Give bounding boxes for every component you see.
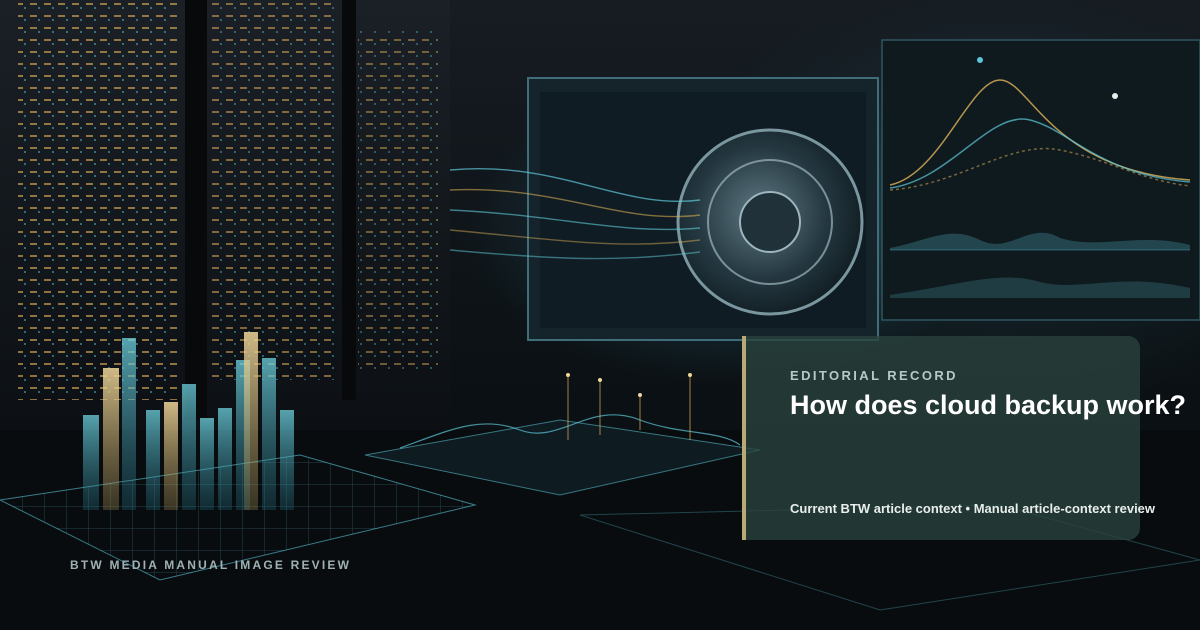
editorial-card: EDITORIAL RECORD How does cloud backup w… — [742, 336, 1186, 540]
image-caption: BTW MEDIA MANUAL IMAGE REVIEW — [70, 558, 352, 572]
article-meta: Current BTW article context • Manual art… — [790, 501, 1156, 516]
card-label: EDITORIAL RECORD — [790, 368, 958, 383]
hero-image: BTW MEDIA MANUAL IMAGE REVIEW EDITORIAL … — [0, 0, 1200, 630]
article-title: How does cloud backup work? — [790, 390, 1187, 420]
analytics-panel — [881, 39, 1200, 321]
